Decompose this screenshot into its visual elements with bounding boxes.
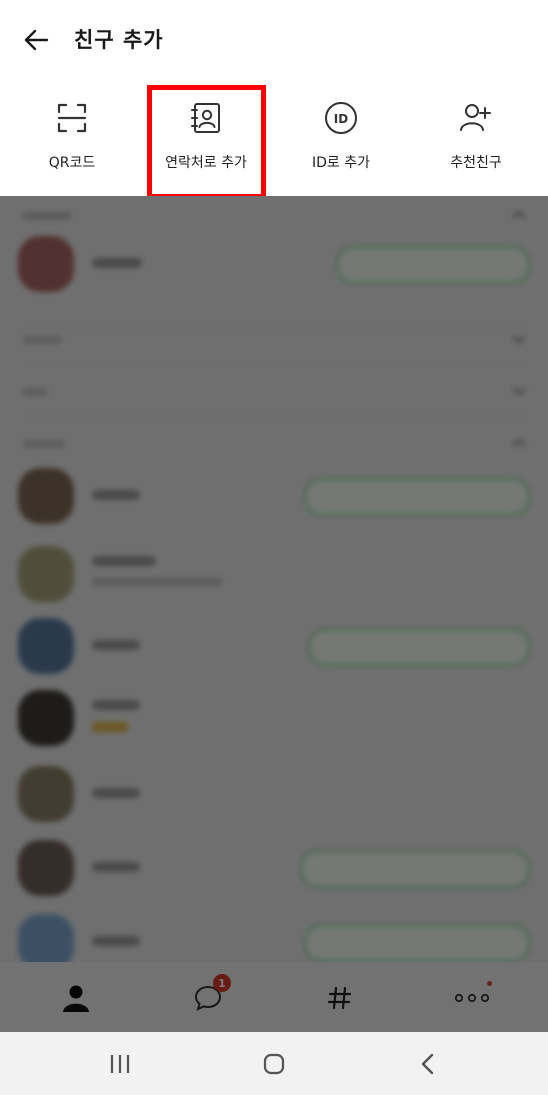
id-circle-icon: ID [321,98,361,138]
home-button[interactable] [254,1046,294,1082]
system-nav-bar [0,1032,548,1095]
arrow-left-icon [24,29,49,51]
add-by-id-label: ID로 추가 [312,155,370,171]
svg-text:ID: ID [334,112,348,126]
recommended-friends-label: 추천친구 [450,155,502,171]
back-button[interactable] [16,22,56,58]
qr-scan-icon [52,98,92,138]
app-header: 친구 추가 [0,0,548,80]
chevron-left-icon [421,1053,434,1075]
contact-book-icon [186,98,226,138]
add-by-id-button[interactable]: ID ID로 추가 [281,80,401,196]
recommended-friends-button[interactable]: 추천친구 [416,80,536,196]
system-back-button[interactable] [408,1046,448,1082]
add-friend-options: QR코드 연락처로 추가 ID ID로 추가 추천친구 [0,80,548,196]
qr-code-button[interactable]: QR코드 [12,80,132,196]
add-by-contacts-label: 연락처로 추가 [165,155,247,171]
add-by-contacts-button[interactable]: 연락처로 추가 [146,80,266,196]
recents-icon [110,1055,130,1073]
screen: 친구 추가 QR코드 연락처로 추가 ID ID로 추가 추천친구 [0,0,548,1095]
tabbar-dim-overlay [0,962,548,1032]
qr-code-label: QR코드 [48,155,96,171]
dim-overlay [0,196,548,1031]
friend-list-background [0,196,548,1031]
page-title: 친구 추가 [74,28,164,52]
add-person-icon [456,98,496,138]
recents-button[interactable] [100,1046,140,1082]
bottom-tab-bar: 1 [0,962,548,1032]
home-icon [263,1053,285,1075]
